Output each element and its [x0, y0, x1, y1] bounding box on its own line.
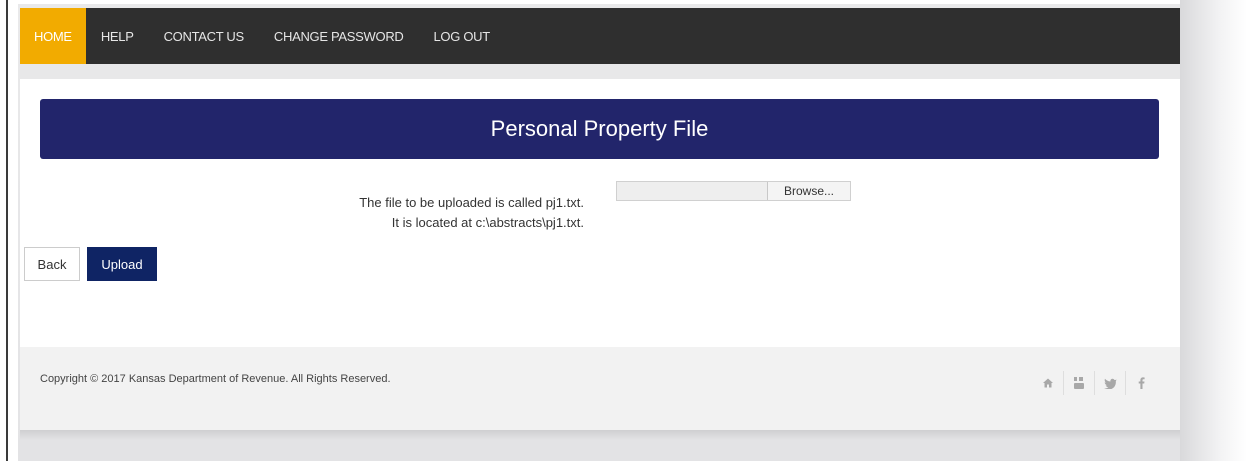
- social-links: [1033, 371, 1156, 395]
- home-icon[interactable]: [1033, 371, 1063, 395]
- file-path-box[interactable]: [617, 182, 767, 200]
- file-name-info: The file to be uploaded is called pj1.tx…: [359, 195, 584, 210]
- top-navbar: HOME HELP CONTACT US CHANGE PASSWORD LOG…: [20, 8, 1180, 64]
- upload-button[interactable]: Upload: [87, 247, 157, 281]
- nav-log-out[interactable]: LOG OUT: [419, 8, 505, 64]
- file-location-info: It is located at c:\abstracts\pj1.txt.: [391, 215, 584, 230]
- page-title-banner: Personal Property File: [40, 99, 1159, 159]
- main-card: Personal Property File The file to be up…: [20, 79, 1180, 347]
- browse-button[interactable]: Browse...: [767, 182, 850, 200]
- page-title: Personal Property File: [490, 116, 709, 141]
- card-shadow: [20, 430, 1180, 440]
- back-button[interactable]: Back: [24, 247, 80, 281]
- file-upload-field[interactable]: Browse...: [616, 181, 851, 201]
- youtube-icon[interactable]: [1063, 371, 1094, 395]
- nav-contact-us[interactable]: CONTACT US: [149, 8, 259, 64]
- right-shadow: [1180, 0, 1247, 461]
- nav-change-password[interactable]: CHANGE PASSWORD: [259, 8, 419, 64]
- window-left-edge: [6, 0, 8, 461]
- nav-help[interactable]: HELP: [86, 8, 149, 64]
- facebook-icon[interactable]: [1125, 371, 1156, 395]
- page-footer: Copyright © 2017 Kansas Department of Re…: [20, 347, 1180, 430]
- copyright-text: Copyright © 2017 Kansas Department of Re…: [40, 373, 391, 385]
- twitter-icon[interactable]: [1094, 371, 1125, 395]
- nav-home[interactable]: HOME: [20, 8, 86, 64]
